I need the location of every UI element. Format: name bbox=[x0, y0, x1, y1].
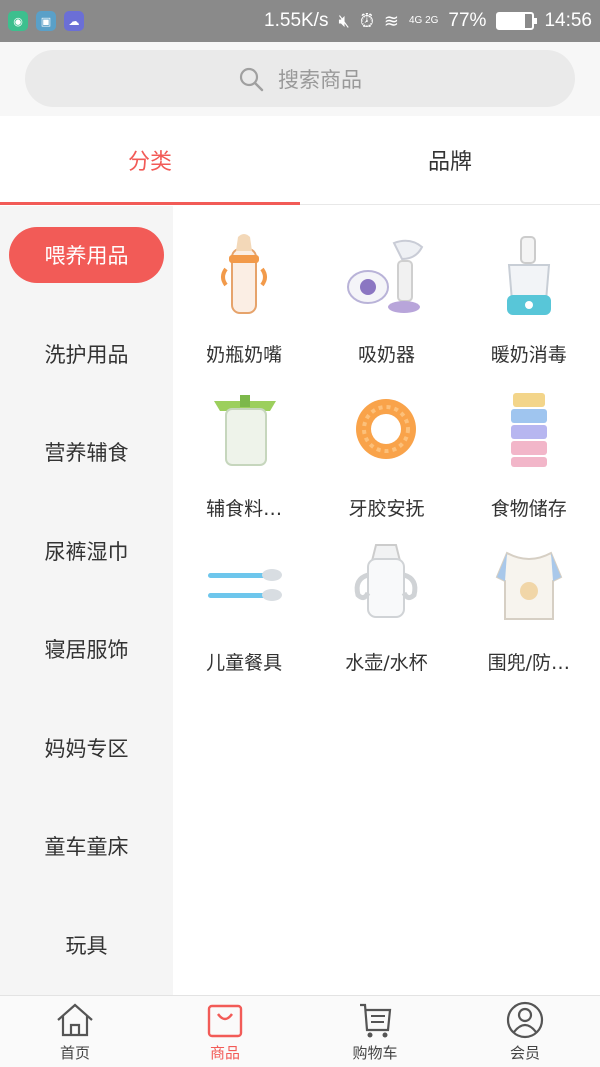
sidebar-item-label: 尿裤湿巾 bbox=[44, 539, 129, 564]
image-notification-icon: ▣ bbox=[36, 11, 56, 31]
sidebar-item-toys[interactable]: 玩具 bbox=[0, 896, 173, 995]
nav-member[interactable]: 会员 bbox=[450, 996, 600, 1067]
search-bar: 搜索商品 bbox=[0, 42, 600, 116]
app-screen: ◉ ▣ ☁ 1.55K/s 🔇︎ ⏰︎ ≋ 4G 2G 77% 14:56 搜索… bbox=[0, 0, 600, 1067]
sidebar-item-bathing[interactable]: 洗护用品 bbox=[0, 305, 173, 404]
teether-icon bbox=[338, 382, 434, 480]
subcategory-label: 水壶/水杯 bbox=[345, 652, 428, 674]
sidebar-item-label: 洗护用品 bbox=[44, 342, 129, 367]
category-sidebar: 喂养用品 洗护用品 营养辅食 尿裤湿巾 寝居服饰 妈妈专区 童车童床 玩具 bbox=[0, 206, 173, 995]
sippy-cup-icon bbox=[338, 536, 434, 634]
bag-icon bbox=[207, 1004, 243, 1038]
subcategory-label: 暖奶消毒 bbox=[490, 344, 567, 366]
nav-cart-label: 购物车 bbox=[352, 1044, 398, 1062]
subcategory-label: 牙胶安抚 bbox=[348, 498, 425, 520]
bottle-warmer-icon bbox=[481, 228, 577, 326]
subcategory-item[interactable]: 食物储存 bbox=[458, 382, 600, 536]
subcategory-item[interactable]: 辅食料… bbox=[173, 382, 315, 536]
search-placeholder: 搜索商品 bbox=[278, 67, 362, 92]
network-speed: 1.55K/s bbox=[264, 10, 329, 31]
subcategory-label: 吸奶器 bbox=[357, 344, 415, 366]
sidebar-item-label: 玩具 bbox=[65, 933, 108, 958]
sidebar-item-label: 妈妈专区 bbox=[44, 736, 129, 761]
subcategory-item[interactable]: 牙胶安抚 bbox=[315, 382, 457, 536]
battery-icon bbox=[496, 12, 538, 30]
weather-notification-icon: ☁ bbox=[64, 11, 84, 31]
subcategory-item[interactable]: 吸奶器 bbox=[315, 228, 457, 382]
breast-pump-icon bbox=[338, 228, 434, 326]
nav-home-label: 首页 bbox=[59, 1044, 90, 1062]
subcategory-label: 奶瓶奶嘴 bbox=[206, 344, 283, 366]
status-bar: ◉ ▣ ☁ 1.55K/s 🔇︎ ⏰︎ ≋ 4G 2G 77% 14:56 bbox=[0, 0, 600, 42]
mute-icon: 🔇︎ bbox=[338, 10, 350, 31]
baby-bottle-icon bbox=[196, 228, 292, 326]
wechat-notification-icon: ◉ bbox=[8, 11, 28, 31]
sidebar-item-label: 寝居服饰 bbox=[44, 638, 129, 663]
home-icon bbox=[57, 1003, 93, 1037]
battery-fill bbox=[498, 14, 525, 28]
sidebar-item-label: 童车童床 bbox=[44, 835, 129, 860]
subcategory-item[interactable]: 水壶/水杯 bbox=[315, 536, 457, 690]
subcategory-label: 围兜/防… bbox=[487, 652, 571, 674]
subcategory-grid: 奶瓶奶嘴 吸奶器 暖奶消毒 辅食料… 牙胶安抚 食物储存 儿童餐具 水壶/水杯 … bbox=[173, 206, 600, 690]
bib-icon bbox=[481, 536, 577, 634]
subcategory-label: 儿童餐具 bbox=[206, 652, 283, 674]
nav-cart[interactable]: 购物车 bbox=[300, 996, 450, 1067]
clock: 14:56 bbox=[544, 10, 592, 31]
sidebar-item-nutrition[interactable]: 营养辅食 bbox=[0, 403, 173, 502]
subcategory-item[interactable]: 奶瓶奶嘴 bbox=[173, 228, 315, 382]
sidebar-item-label: 营养辅食 bbox=[44, 441, 129, 466]
network-type: 4G 2G bbox=[408, 15, 439, 26]
cart-icon bbox=[360, 1003, 392, 1038]
wifi-icon: ≋ bbox=[383, 10, 399, 31]
sidebar-item-strollers[interactable]: 童车童床 bbox=[0, 797, 173, 896]
tab-brand[interactable]: 品牌 bbox=[300, 116, 600, 204]
subcategory-item[interactable]: 儿童餐具 bbox=[173, 536, 315, 690]
milk-powder-container-icon bbox=[481, 382, 577, 480]
sidebar-item-feeding[interactable]: 喂养用品 bbox=[0, 206, 173, 305]
bottom-navigation: 首页 商品 购物车 会员 bbox=[0, 995, 600, 1067]
alarm-icon: ⏰︎ bbox=[359, 10, 374, 31]
subcategory-item[interactable]: 围兜/防… bbox=[458, 536, 600, 690]
nav-products[interactable]: 商品 bbox=[150, 996, 300, 1067]
sidebar-item-label: 喂养用品 bbox=[9, 227, 164, 284]
sidebar-item-diapers[interactable]: 尿裤湿巾 bbox=[0, 502, 173, 601]
search-input[interactable]: 搜索商品 bbox=[25, 50, 575, 107]
user-icon bbox=[506, 1001, 544, 1039]
subcategory-label: 食物储存 bbox=[490, 498, 567, 520]
search-icon bbox=[239, 67, 264, 91]
subcategory-item[interactable]: 暖奶消毒 bbox=[458, 228, 600, 382]
nav-member-label: 会员 bbox=[509, 1044, 540, 1062]
subcategory-label: 辅食料… bbox=[206, 498, 283, 520]
battery-percent: 77% bbox=[448, 10, 487, 31]
tab-category[interactable]: 分类 bbox=[0, 116, 300, 205]
nav-products-label: 商品 bbox=[209, 1044, 240, 1062]
food-masher-icon bbox=[196, 382, 292, 480]
baby-spoons-icon bbox=[196, 536, 292, 634]
sidebar-item-mom[interactable]: 妈妈专区 bbox=[0, 699, 173, 798]
category-brand-tabs: 分类 品牌 bbox=[0, 116, 600, 205]
nav-home[interactable]: 首页 bbox=[0, 996, 150, 1067]
sidebar-item-bedding[interactable]: 寝居服饰 bbox=[0, 600, 173, 699]
